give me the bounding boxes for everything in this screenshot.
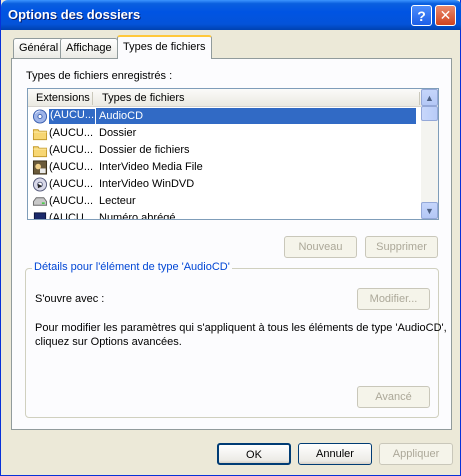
advanced-button[interactable]: Avancé	[357, 386, 430, 408]
svg-text:▶: ▶	[38, 183, 43, 189]
column-separator[interactable]	[92, 92, 93, 105]
drive-icon	[32, 197, 48, 206]
list-item[interactable]: (AUCU... Lecteur	[28, 193, 421, 210]
scroll-up-icon[interactable]: ▲	[421, 89, 438, 106]
ok-button-label: OK	[246, 449, 262, 461]
delete-button-label: Supprimer	[376, 241, 427, 253]
list-item[interactable]: (AUCU... InterVideo Media File	[28, 159, 421, 176]
details-description-line1: Pour modifier les paramètres qui s'appli…	[35, 322, 447, 334]
speed-dial-icon	[33, 212, 47, 219]
tab-general[interactable]: Général	[13, 38, 65, 58]
list-item[interactable]: (AUCU... AudioCD	[28, 108, 421, 125]
tab-affichage-label: Affichage	[66, 42, 112, 54]
cancel-button[interactable]: Annuler	[298, 443, 372, 465]
opens-with-label: S'ouvre avec :	[35, 293, 105, 305]
modify-button-label: Modifier...	[369, 293, 418, 305]
tab-general-label: Général	[19, 42, 59, 54]
row-extension: (AUCU...	[49, 144, 93, 156]
vertical-scrollbar[interactable]: ▲ ▼	[421, 89, 438, 219]
row-type: Numéro abrégé	[99, 212, 176, 220]
details-group-title: Détails pour l'élément de type 'AudioCD'	[32, 261, 232, 273]
row-extension: (AUCU...	[49, 195, 93, 207]
registered-types-label: Types de fichiers enregistrés :	[26, 70, 173, 82]
help-icon[interactable]: ?	[411, 5, 432, 26]
list-item[interactable]: (AUCU... Dossier	[28, 125, 421, 142]
details-description-line2: cliquez sur Options avancées.	[35, 336, 182, 348]
list-header: Extensions Types de fichiers	[28, 89, 421, 107]
row-type: InterVideo WinDVD	[99, 178, 195, 190]
list-item[interactable]: (AUCU... Dossier de fichiers	[28, 142, 421, 159]
cancel-button-label: Annuler	[316, 448, 354, 460]
tab-file-types-label: Types de fichiers	[123, 41, 206, 53]
list-item[interactable]: (AUCU... Numéro abrégé	[28, 210, 421, 220]
column-extensions[interactable]: Extensions	[36, 92, 90, 104]
audio-cd-icon	[32, 109, 48, 124]
delete-button[interactable]: Supprimer	[365, 236, 438, 258]
folder-icon	[32, 129, 48, 141]
row-extension: (AUCU...	[49, 212, 93, 220]
scroll-down-icon[interactable]: ▼	[421, 202, 438, 219]
row-extension: (AUCU...	[49, 109, 95, 124]
new-button-label: Nouveau	[298, 241, 343, 253]
window-title: Options des dossiers	[8, 7, 141, 22]
row-type: Dossier	[99, 127, 137, 139]
file-types-list[interactable]: Extensions Types de fichiers (AUCU... Au…	[27, 88, 439, 220]
column-separator[interactable]	[419, 92, 420, 105]
modify-button[interactable]: Modifier...	[357, 288, 430, 310]
new-button[interactable]: Nouveau	[284, 236, 357, 258]
list-item[interactable]: ▶ (AUCU... InterVideo WinDVD	[28, 176, 421, 193]
folder-icon	[32, 146, 48, 158]
row-type: AudioCD	[96, 108, 416, 124]
ok-button[interactable]: OK	[217, 443, 291, 465]
row-extension: (AUCU...	[49, 178, 93, 190]
tab-affichage[interactable]: Affichage	[60, 38, 118, 58]
apply-button[interactable]: Appliquer	[379, 443, 453, 465]
close-icon[interactable]: ✕	[435, 5, 456, 26]
row-type: Dossier de fichiers	[99, 144, 190, 156]
tab-file-types[interactable]: Types de fichiers	[117, 35, 212, 59]
column-file-types[interactable]: Types de fichiers	[102, 92, 185, 104]
media-file-icon	[32, 160, 48, 175]
row-extension: (AUCU...	[49, 127, 93, 139]
scroll-thumb[interactable]	[421, 106, 438, 121]
apply-button-label: Appliquer	[392, 448, 440, 460]
row-type: Lecteur	[99, 195, 136, 207]
row-type: InterVideo Media File	[99, 161, 203, 173]
dvd-icon: ▶	[32, 177, 48, 192]
title-bar[interactable]: Options des dossiers ? ✕	[1, 0, 461, 30]
row-extension: (AUCU...	[49, 161, 93, 173]
folder-options-dialog: Options des dossiers ? ✕ Général Afficha…	[0, 0, 461, 476]
advanced-button-label: Avancé	[375, 391, 412, 403]
